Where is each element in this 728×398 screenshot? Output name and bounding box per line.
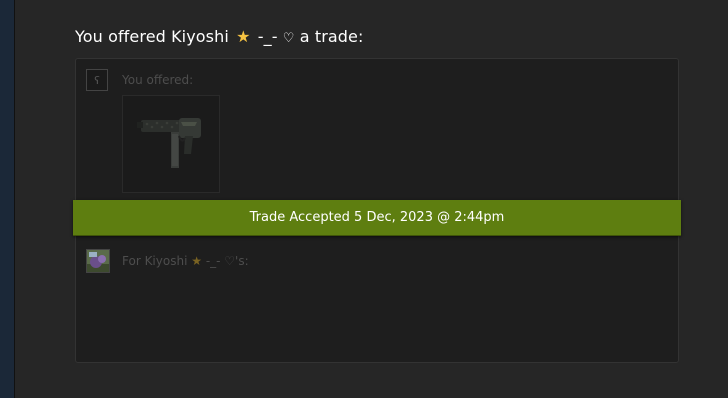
star-icon: ★	[191, 254, 202, 268]
heading-mid: -_-	[257, 27, 278, 46]
user-avatar[interactable]: ʕ	[86, 69, 108, 91]
star-icon: ★	[236, 27, 251, 46]
offered-item-slot[interactable]	[122, 95, 220, 193]
left-sidebar-strip	[0, 0, 15, 398]
trade-accepted-banner: Trade Accepted 5 Dec, 2023 @ 2:44pm	[73, 200, 681, 236]
for-prefix: For Kiyoshi	[122, 254, 188, 268]
heading-end: a trade:	[299, 27, 364, 46]
for-kiyoshi-label: For Kiyoshi ★ -_- ♡'s:	[122, 254, 249, 268]
trade-heading: You offered Kiyoshi ★ -_- ♡ a trade:	[75, 27, 363, 46]
for-suffix: -_- ♡'s:	[205, 254, 249, 268]
heart-icon: ♡	[282, 31, 295, 46]
kiyoshi-avatar[interactable]	[86, 249, 110, 273]
trade-accepted-text: Trade Accepted 5 Dec, 2023 @ 2:44pm	[249, 210, 505, 225]
smg-weapon-icon	[137, 118, 201, 168]
heading-prefix: You offered Kiyoshi	[75, 27, 229, 46]
you-offered-label: You offered:	[122, 73, 194, 87]
